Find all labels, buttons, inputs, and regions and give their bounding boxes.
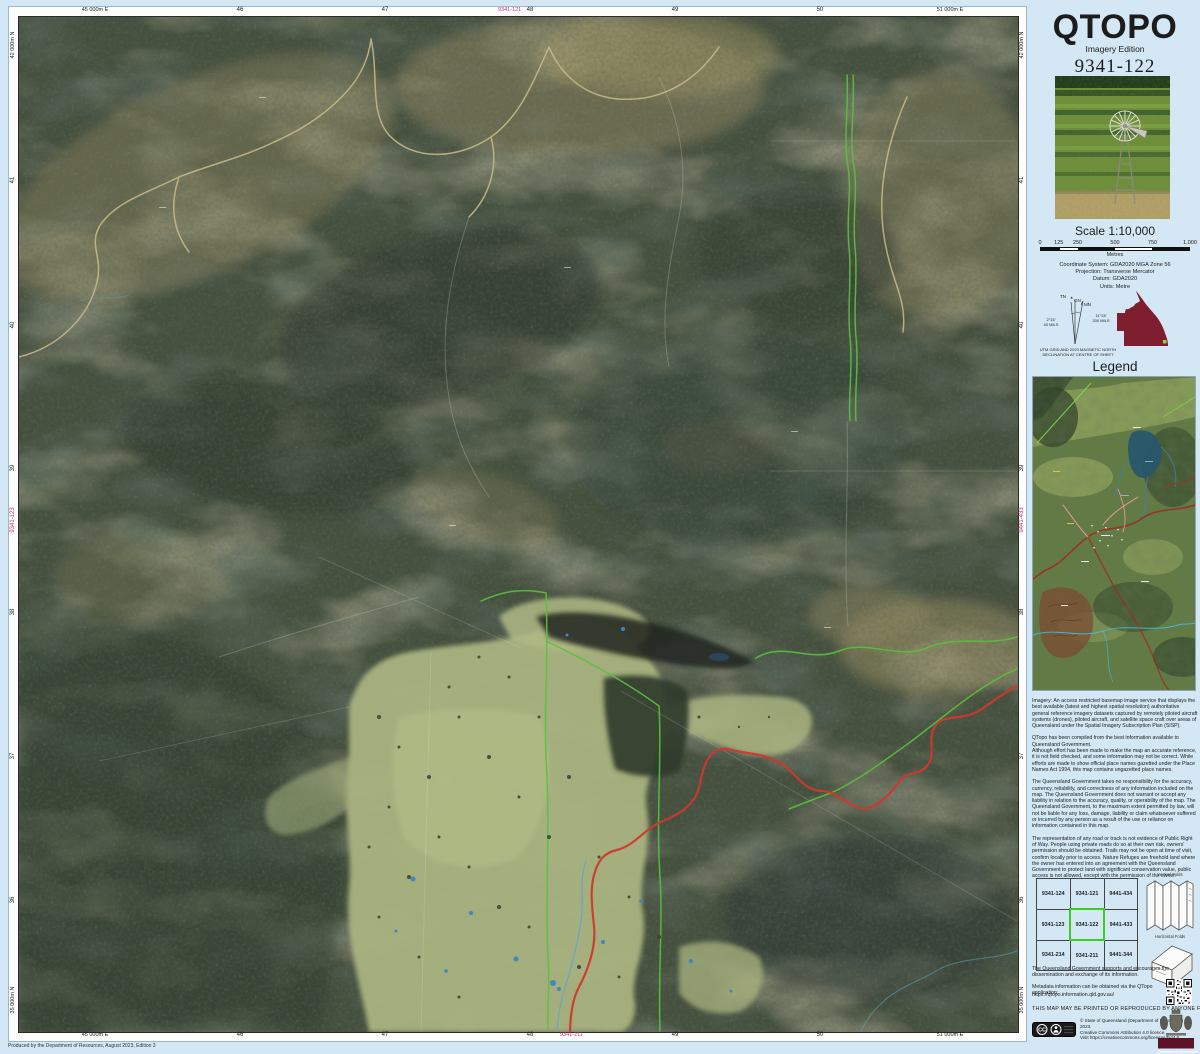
adjacent-sheet-label-left: 9341-123 (10, 507, 16, 532)
grid-label-easting: 49 (672, 1032, 679, 1038)
datum: Datum: GDA2020 (1030, 276, 1200, 283)
grid-label-easting: 51 000m E (937, 1032, 964, 1038)
map-edition-subtitle: Imagery Edition (1030, 44, 1200, 54)
grid-label-northing: 38 (1019, 609, 1025, 616)
sheet-number: 9341-122 (1030, 56, 1200, 78)
adjoining-cell: 9341-124 (1037, 879, 1071, 910)
grid-label-northing: 38 (10, 609, 16, 616)
coat-of-arms-icon (1160, 1009, 1192, 1036)
scale-tick: 750 (1148, 240, 1157, 246)
grid-label-northing: 40 (10, 322, 16, 329)
declination-caption: UTM GRID AND 2023 MAGNETIC NORTH DECLINA… (1036, 348, 1120, 358)
grid-label-easting: 48 (527, 1032, 534, 1038)
queensland-government-logo: Queensland Government (1158, 1008, 1198, 1054)
grid-label-northing: 42 000m N (10, 32, 16, 59)
disclaimer-block: Imagery: An access restricted basemap im… (1032, 698, 1198, 880)
sheet-location-marker (1163, 340, 1166, 343)
scale-label: Scale 1:10,000 (1030, 224, 1200, 238)
adjoining-sheets-index: 9341-124 9341-121 9441-434 9341-123 9341… (1036, 878, 1138, 971)
adjacent-sheet-label-bottom: 9341-211 (560, 1032, 583, 1038)
right-declination-angle: 11°15'200 MILS (1090, 314, 1112, 323)
true-north-label: TN (1060, 294, 1066, 299)
scale-bar: 0 125 250 500 750 1,000 Metres (1040, 240, 1190, 258)
grid-label-northing: 35 000m N (1019, 987, 1025, 1014)
grid-label-easting: 48 (527, 7, 534, 13)
cover-photo-windmill (1055, 76, 1170, 219)
queensland-locator-map (1114, 290, 1174, 354)
adjoining-cell: 9441-434 (1104, 879, 1138, 910)
margin-panel: QTOPO Imagery Edition 9341-122 (1030, 0, 1200, 1049)
adjoining-cell: 9441-433 (1104, 909, 1138, 940)
grid-label-easting: 47 (382, 7, 389, 13)
grid-label-northing: 41 (1019, 177, 1025, 184)
map-series-title: QTOPO (1030, 8, 1200, 47)
scale-units: Metres (1040, 252, 1190, 258)
metadata-url-link[interactable]: https://qtopo.information.qld.gov.au/ (1032, 992, 1160, 998)
grid-label-easting: 47 (382, 1032, 389, 1038)
legend-sample-image (1032, 376, 1196, 691)
scale-tick: 1,000 (1183, 240, 1197, 246)
adjacent-sheet-label-right: 9441-433 (1019, 507, 1025, 532)
grid-label-easting: 45 000m E (82, 7, 109, 13)
grid-label-northing: 35 000m N (10, 987, 16, 1014)
coordinate-system: Coordinate System: GDA2020 MGA Zone 56 (1030, 262, 1200, 269)
grid-label-easting: 46 (237, 1032, 244, 1038)
grid-label-northing: 36 (1019, 897, 1025, 904)
grid-label-northing: 37 (1019, 753, 1025, 760)
dissemination-text: The Queensland Government supports and e… (1032, 966, 1194, 979)
cc-license-badge-icon: CC (1032, 1022, 1076, 1037)
projection-info: Coordinate System: GDA2020 MGA Zone 56 P… (1030, 262, 1200, 291)
production-credit: Produced by the Department of Resources,… (8, 1043, 156, 1049)
scale-tick: 0 (1038, 240, 1041, 246)
grid-label-easting: 45 000m E (82, 1032, 109, 1038)
government-logo-text: Queensland Government (1158, 1049, 1198, 1054)
grid-label-northing: 37 (10, 753, 16, 760)
grid-label-easting: 49 (672, 7, 679, 13)
vertical-folds-diagram (1144, 878, 1196, 934)
grid-label-easting: 46 (237, 7, 244, 13)
adjoining-cell: 9341-121 (1070, 879, 1104, 910)
grid-label-northing: 42 000m N (1019, 32, 1025, 59)
adjoining-cell-current-sheet: 9341-122 (1070, 909, 1104, 940)
svg-text:CC: CC (1038, 1028, 1046, 1034)
grid-label-northing: 41 (10, 177, 16, 184)
horizontal-folds-label: Horizontal Folds (1142, 934, 1198, 939)
magnetic-north-label: MN (1084, 302, 1091, 307)
scale-tick: 125 (1054, 240, 1063, 246)
grid-label-northing: 36 (10, 897, 16, 904)
vertical-folds-label: Vertical Folds (1142, 872, 1198, 877)
grid-label-easting: 50 (817, 1032, 824, 1038)
qr-code (1166, 979, 1192, 1005)
scale-tick: 500 (1110, 240, 1119, 246)
aerial-imagery (19, 17, 1018, 1032)
adjacent-sheet-label-top: 9341-121 (498, 7, 521, 13)
disclaimer-liability: The Queensland Government takes no respo… (1032, 779, 1198, 829)
legend-heading: Legend (1030, 359, 1200, 374)
scale-tick: 250 (1073, 240, 1082, 246)
grid-label-northing: 39 (1019, 465, 1025, 472)
disclaimer-compiled: QTopo has been compiled from the best in… (1032, 735, 1198, 748)
qtopo-map-sheet: 45 000m E 46 47 48 49 50 51 000m E 9341-… (0, 0, 1200, 1049)
disclaimer-accuracy: Although effort has been made to make th… (1032, 748, 1198, 773)
projection-name: Projection: Transverse Mercator (1030, 269, 1200, 276)
grid-label-northing: 39 (10, 465, 16, 472)
map-imagery-area (18, 16, 1019, 1033)
adjoining-cell: 9341-123 (1037, 909, 1071, 940)
grid-label-northing: 40 (1019, 322, 1025, 329)
left-declination-angle: 2°15'40 MILS (1040, 318, 1062, 327)
grid-north-label: GN (1074, 298, 1081, 303)
grid-label-easting: 50 (817, 7, 824, 13)
grid-label-easting: 51 000m E (937, 7, 964, 13)
disclaimer-imagery: Imagery: An access restricted basemap im… (1032, 698, 1198, 729)
